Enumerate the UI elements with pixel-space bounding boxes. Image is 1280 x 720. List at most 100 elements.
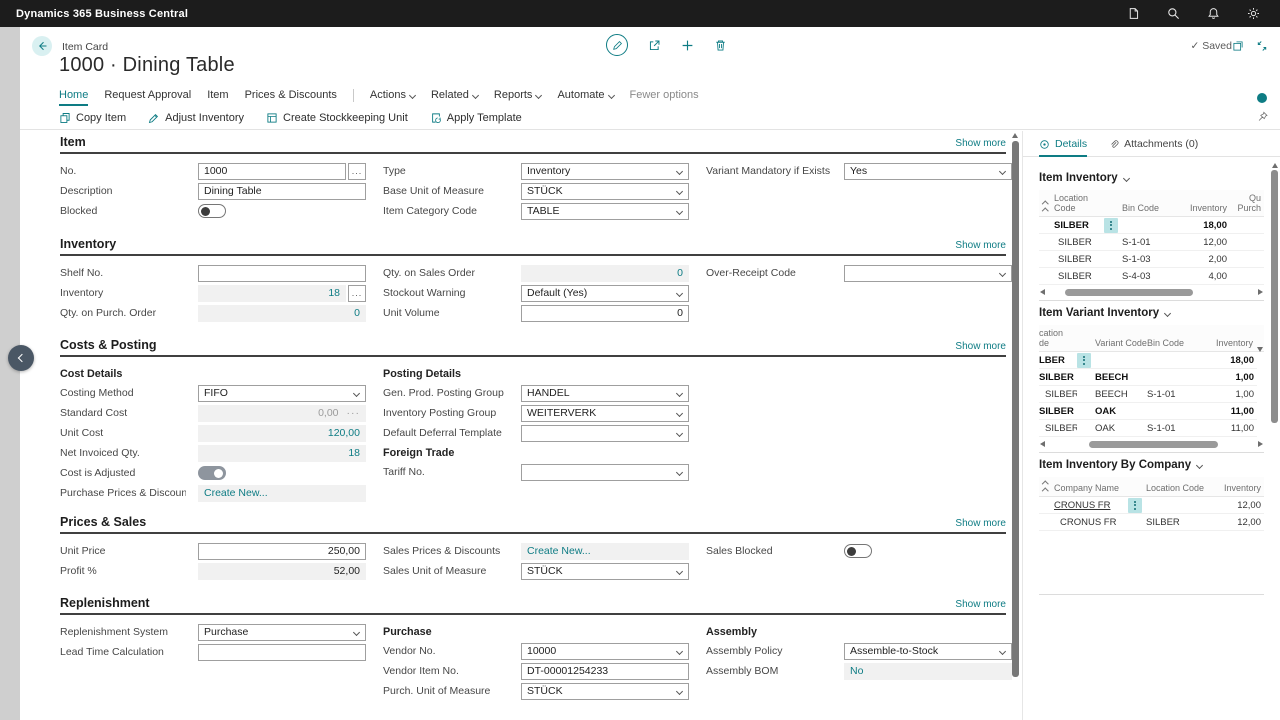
- scroll-right-arrow[interactable]: [1258, 289, 1263, 295]
- purch-uom-select[interactable]: STÜCK: [521, 683, 689, 700]
- shelf-no-input[interactable]: [198, 265, 366, 282]
- tell-me-icon[interactable]: [1127, 7, 1140, 20]
- notifications-icon[interactable]: [1207, 7, 1220, 20]
- inventory-value[interactable]: 18: [198, 285, 346, 302]
- horizontal-scrollbar[interactable]: [1039, 439, 1264, 449]
- col-location-code[interactable]: cationde: [1039, 328, 1077, 348]
- col-inventory[interactable]: Inventory: [1212, 483, 1264, 493]
- lead-time-input[interactable]: [198, 644, 366, 661]
- no-input[interactable]: 1000: [198, 163, 346, 180]
- menu-reports[interactable]: Reports: [494, 89, 542, 101]
- deferral-template-select[interactable]: [521, 425, 689, 442]
- table-row[interactable]: SILBER 18,00: [1039, 217, 1264, 234]
- item-category-select[interactable]: TABLE: [521, 203, 689, 220]
- row-menu-button[interactable]: [1077, 353, 1091, 368]
- base-uom-select[interactable]: STÜCK: [521, 183, 689, 200]
- assembly-bom-value[interactable]: No: [844, 663, 1012, 680]
- scrollbar-thumb[interactable]: [1271, 170, 1278, 423]
- scrollbar-thumb[interactable]: [1089, 441, 1217, 448]
- breadcrumb[interactable]: Item Card: [62, 41, 108, 53]
- sales-prices-create-new-link[interactable]: Create New...: [521, 543, 689, 560]
- scroll-up-arrow[interactable]: [1012, 133, 1018, 138]
- unit-cost-value[interactable]: 120,00: [198, 425, 366, 442]
- col-location-code[interactable]: LocationCode: [1054, 193, 1104, 213]
- notification-indicator[interactable]: [1257, 93, 1267, 103]
- menu-related[interactable]: Related: [431, 89, 478, 101]
- description-input[interactable]: Dining Table: [198, 183, 366, 200]
- company-link[interactable]: CRONUS FR: [1054, 500, 1128, 511]
- qty-purch-order-value[interactable]: 0: [198, 305, 366, 322]
- create-stockkeeping-unit-button[interactable]: Create Stockkeeping Unit: [266, 112, 408, 124]
- section-title[interactable]: Replenishment: [60, 596, 150, 610]
- scroll-left-arrow[interactable]: [1040, 289, 1045, 295]
- col-inventory[interactable]: Inventory: [1195, 338, 1256, 348]
- fewer-options-button[interactable]: Fewer options: [630, 89, 699, 101]
- blocked-toggle[interactable]: [198, 204, 226, 218]
- tab-attachments[interactable]: Attachments (0): [1109, 138, 1198, 156]
- section-title[interactable]: Costs & Posting: [60, 338, 157, 352]
- table-row[interactable]: SILBER S-4-03 4,00: [1039, 268, 1264, 285]
- col-location-code[interactable]: Location Code: [1146, 483, 1212, 493]
- adjust-inventory-button[interactable]: Adjust Inventory: [148, 112, 244, 124]
- table-row[interactable]: SILBER BEECH S-1-01 1,00: [1039, 386, 1257, 403]
- variant-mandatory-select[interactable]: Yes: [844, 163, 1012, 180]
- show-more-button[interactable]: Show more: [955, 518, 1006, 529]
- over-receipt-select[interactable]: [844, 265, 1012, 282]
- col-inventory[interactable]: Inventory: [1178, 203, 1230, 213]
- share-icon[interactable]: [648, 39, 661, 52]
- search-icon[interactable]: [1167, 7, 1180, 20]
- row-menu-button[interactable]: [1104, 218, 1118, 233]
- tab-request-approval[interactable]: Request Approval: [104, 89, 191, 101]
- tab-details[interactable]: Details: [1039, 138, 1087, 157]
- collapse-all-icon[interactable]: [1039, 200, 1054, 213]
- sales-uom-select[interactable]: STÜCK: [521, 563, 689, 580]
- assembly-policy-select[interactable]: Assemble-to-Stock: [844, 643, 1012, 660]
- scroll-right-arrow[interactable]: [1258, 441, 1263, 447]
- qty-sales-order-value[interactable]: 0: [521, 265, 689, 282]
- sales-blocked-toggle[interactable]: [844, 544, 872, 558]
- collapse-window-icon[interactable]: [1256, 40, 1268, 52]
- costing-method-select[interactable]: FIFO: [198, 385, 366, 402]
- menu-actions[interactable]: Actions: [370, 89, 415, 101]
- standard-cost-value[interactable]: 0,00···: [198, 405, 366, 422]
- edit-button[interactable]: [606, 34, 628, 56]
- col-variant-code[interactable]: Variant Code: [1095, 338, 1147, 348]
- tab-item[interactable]: Item: [207, 89, 228, 101]
- table-row[interactable]: SILBER BEECH 1,00: [1039, 369, 1257, 386]
- col-bin-code[interactable]: Bin Code: [1147, 338, 1195, 348]
- table-row[interactable]: CRONUS FR SILBER 12,00: [1039, 514, 1264, 531]
- col-company-name[interactable]: Company Name: [1054, 483, 1128, 493]
- cost-adjusted-toggle[interactable]: [198, 466, 226, 480]
- show-more-button[interactable]: Show more: [955, 599, 1006, 610]
- inventory-posting-select[interactable]: WEITERVERK: [521, 405, 689, 422]
- new-item-button[interactable]: [681, 39, 694, 52]
- assist-edit-button[interactable]: ...: [348, 163, 366, 180]
- vendor-item-no-input[interactable]: DT-00001254233: [521, 663, 689, 680]
- item-inventory-by-company-heading[interactable]: Item Inventory By Company: [1039, 459, 1264, 471]
- table-row[interactable]: SILBER OAK S-1-01 11,00: [1039, 420, 1257, 437]
- section-title[interactable]: Inventory: [60, 237, 116, 251]
- scrollbar-thumb[interactable]: [1065, 289, 1193, 296]
- unit-price-input[interactable]: 250,00: [198, 543, 366, 560]
- assist-edit-button[interactable]: ...: [348, 285, 366, 302]
- menu-automate[interactable]: Automate: [557, 89, 613, 101]
- table-row[interactable]: SILBER OAK 11,00: [1039, 403, 1257, 420]
- table-row[interactable]: LBER 18,00: [1039, 352, 1257, 369]
- copy-item-button[interactable]: Copy Item: [59, 112, 126, 124]
- scrollbar-thumb[interactable]: [1012, 141, 1019, 677]
- profit-pct-value[interactable]: 52,00: [198, 563, 366, 580]
- section-title[interactable]: Prices & Sales: [60, 515, 146, 529]
- show-more-button[interactable]: Show more: [955, 341, 1006, 352]
- vendor-no-select[interactable]: 10000: [521, 643, 689, 660]
- replenishment-system-select[interactable]: Purchase: [198, 624, 366, 641]
- pin-icon[interactable]: [1257, 111, 1268, 122]
- settings-icon[interactable]: [1247, 7, 1260, 20]
- purchase-prices-create-new-link[interactable]: Create New...: [198, 485, 366, 502]
- open-in-window-icon[interactable]: [1232, 40, 1244, 52]
- net-invoiced-qty-value[interactable]: 18: [198, 445, 366, 462]
- apply-template-button[interactable]: Apply Template: [430, 112, 522, 124]
- tariff-no-select[interactable]: [521, 464, 689, 481]
- horizontal-scrollbar[interactable]: [1039, 287, 1264, 297]
- show-more-button[interactable]: Show more: [955, 138, 1006, 149]
- gen-prod-posting-select[interactable]: HANDEL: [521, 385, 689, 402]
